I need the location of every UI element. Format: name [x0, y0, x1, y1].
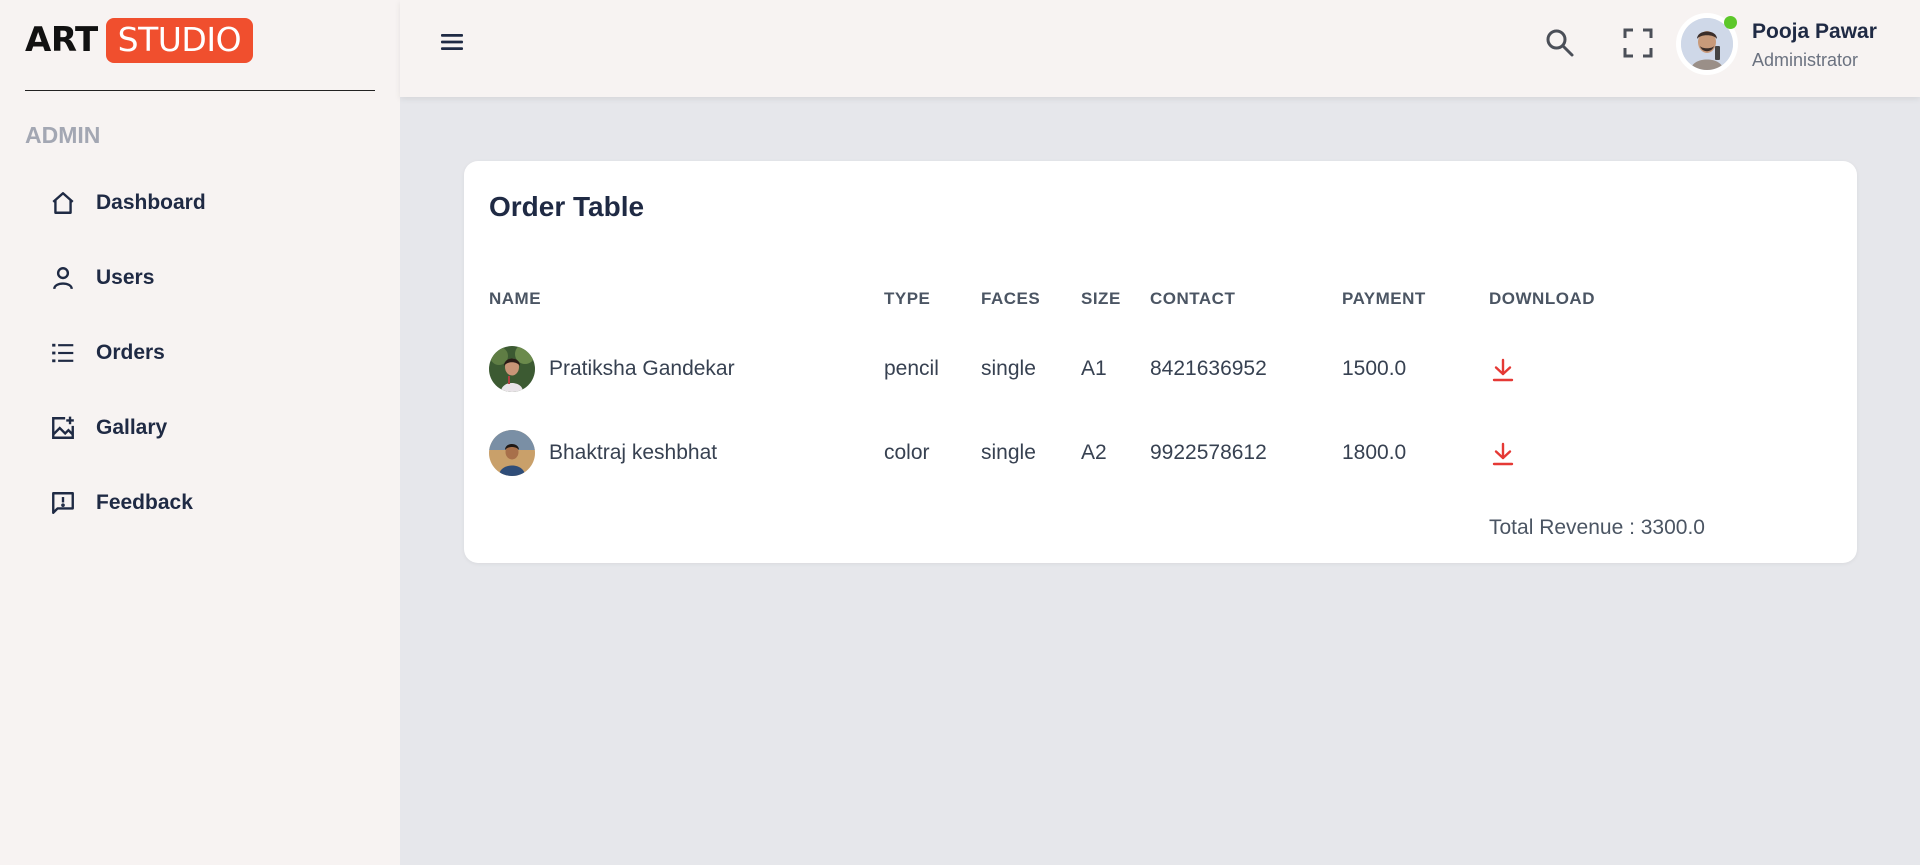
gallery-icon	[48, 413, 78, 443]
search-icon[interactable]	[1542, 25, 1578, 61]
brand-divider	[25, 90, 375, 91]
menu-toggle-icon[interactable]	[438, 28, 466, 56]
user-role: Administrator	[1752, 50, 1859, 70]
column-header-contact: CONTACT	[1150, 289, 1236, 308]
sidebar-item-feedback[interactable]: Feedback	[48, 465, 368, 540]
cell-faces: single	[981, 357, 1036, 380]
order-table-card: Order Table NAME TYPE FACES SIZE CONTACT…	[464, 161, 1857, 563]
customer-avatar	[489, 430, 535, 476]
user-icon	[48, 263, 78, 293]
sidebar: ART STUDIO ADMIN Dashboard Users Orders	[0, 0, 400, 865]
cell-payment: 1800.0	[1342, 441, 1407, 464]
column-header-name: NAME	[489, 289, 542, 308]
customer-avatar	[489, 346, 535, 392]
column-header-size: SIZE	[1081, 289, 1121, 308]
sidebar-item-users[interactable]: Users	[48, 240, 368, 315]
cell-name: Bhaktraj keshbhat	[549, 441, 718, 464]
brand-art-text: ART	[25, 20, 98, 60]
topbar: Pooja Pawar Administrator	[400, 0, 1920, 97]
cell-contact: 9922578612	[1150, 441, 1267, 464]
sidebar-item-orders[interactable]: Orders	[48, 315, 368, 390]
column-header-type: TYPE	[884, 289, 931, 308]
total-revenue: Total Revenue : 3300.0	[1489, 516, 1705, 539]
list-icon	[48, 338, 78, 368]
sidebar-item-label: Feedback	[96, 490, 193, 514]
sidebar-item-label: Dashboard	[96, 190, 206, 214]
cell-size: A1	[1081, 357, 1107, 380]
fullscreen-icon[interactable]	[1620, 25, 1656, 61]
sidebar-item-dashboard[interactable]: Dashboard	[48, 165, 368, 240]
column-header-faces: FACES	[981, 289, 1041, 308]
column-header-download: DOWNLOAD	[1489, 289, 1595, 308]
table-row: Bhaktraj keshbhat color single A2 992257…	[464, 429, 1857, 489]
user-name: Pooja Pawar	[1752, 20, 1877, 43]
user-avatar[interactable]	[1676, 13, 1738, 75]
sidebar-item-label: Users	[96, 265, 155, 289]
cell-size: A2	[1081, 441, 1107, 464]
brand-studio-badge: STUDIO	[105, 17, 254, 63]
card-title: Order Table	[489, 191, 645, 222]
home-icon	[48, 188, 78, 218]
cell-payment: 1500.0	[1342, 357, 1407, 380]
sidebar-item-label: Orders	[96, 340, 165, 364]
sidebar-item-gallary[interactable]: Gallary	[48, 390, 368, 465]
online-status-dot	[1724, 16, 1737, 29]
sidebar-section-label: ADMIN	[25, 122, 101, 148]
cell-type: pencil	[884, 357, 939, 380]
cell-type: color	[884, 441, 930, 464]
cell-faces: single	[981, 441, 1036, 464]
sidebar-nav: Dashboard Users Orders Gallary Feedback	[48, 165, 368, 540]
brand-logo[interactable]: ART STUDIO	[25, 16, 254, 64]
download-icon[interactable]	[1490, 357, 1516, 383]
cell-name: Pratiksha Gandekar	[549, 357, 735, 380]
table-row: Pratiksha Gandekar pencil single A1 8421…	[464, 345, 1857, 405]
feedback-icon	[48, 488, 78, 518]
download-icon[interactable]	[1490, 441, 1516, 467]
column-header-payment: PAYMENT	[1342, 289, 1426, 308]
cell-contact: 8421636952	[1150, 357, 1267, 380]
sidebar-item-label: Gallary	[96, 415, 168, 439]
